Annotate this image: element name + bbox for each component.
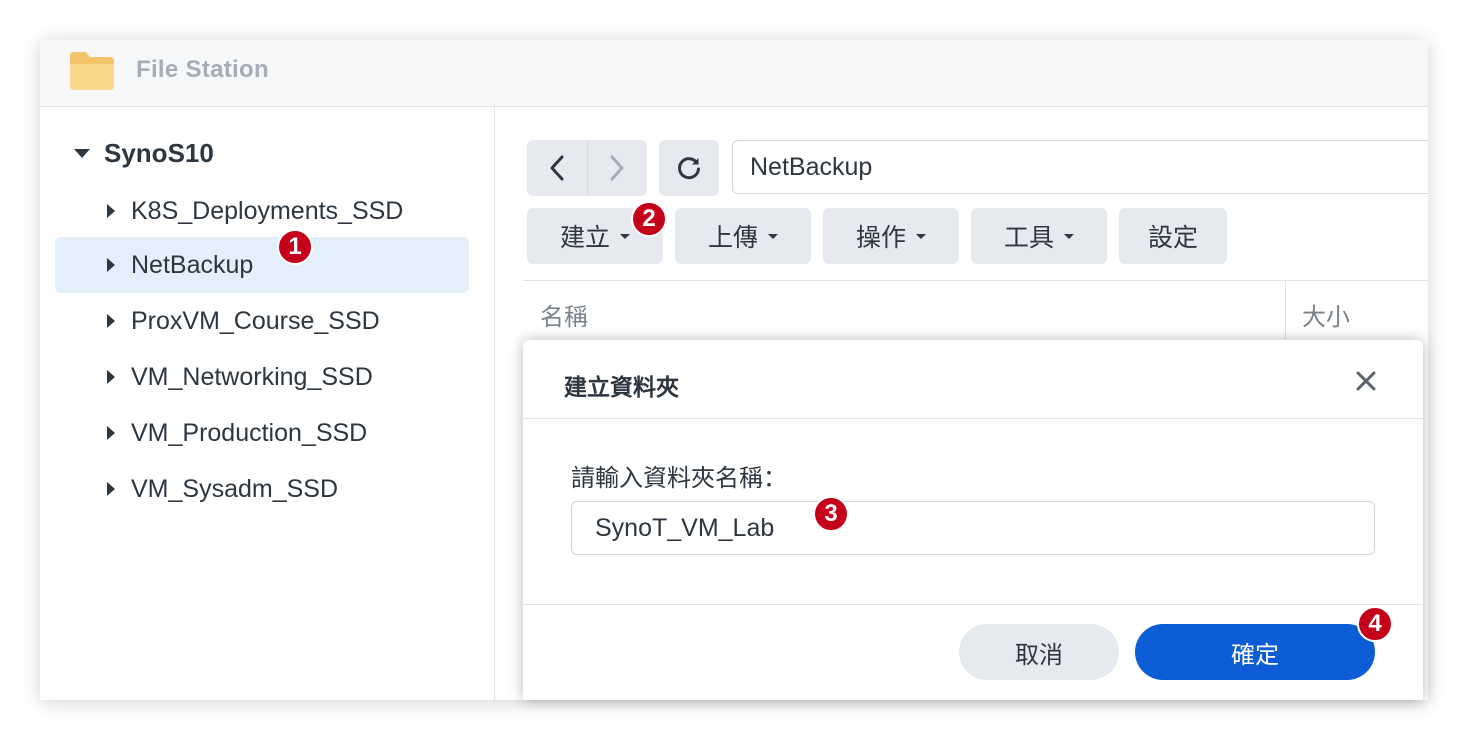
caret-right-icon[interactable] bbox=[107, 258, 115, 272]
title-bar: File Station bbox=[40, 40, 1428, 107]
cancel-button[interactable]: 取消 bbox=[959, 624, 1119, 680]
create-folder-dialog: 建立資料夾 請輸入資料夾名稱： SynoT_VM_Lab 取消 確定 bbox=[523, 340, 1423, 700]
history-nav bbox=[527, 140, 647, 196]
column-divider[interactable] bbox=[1285, 281, 1286, 341]
create-label: 建立 bbox=[559, 224, 610, 252]
sidebar-item-k8s-deployments-ssd[interactable]: K8S_Deployments_SSD bbox=[55, 183, 469, 239]
action-button[interactable]: 操作 bbox=[823, 208, 959, 264]
caret-right-icon[interactable] bbox=[107, 482, 115, 496]
upload-label: 上傳 bbox=[707, 224, 758, 252]
tools-label: 工具 bbox=[1003, 224, 1054, 252]
chevron-left-icon bbox=[550, 155, 564, 181]
close-button[interactable] bbox=[1345, 364, 1387, 398]
action-label: 操作 bbox=[855, 224, 906, 252]
sidebar-item-netbackup[interactable]: NetBackup bbox=[55, 237, 469, 293]
sidebar-item-vm-production-ssd[interactable]: VM_Production_SSD bbox=[55, 405, 469, 461]
forward-button[interactable] bbox=[586, 140, 648, 196]
settings-label: 設定 bbox=[1147, 224, 1198, 252]
column-size-header[interactable]: 大小 bbox=[1302, 297, 1350, 332]
sidebar-item-vm-networking-ssd[interactable]: VM_Networking_SSD bbox=[55, 349, 469, 405]
close-icon bbox=[1356, 371, 1376, 391]
tree-root-synos10[interactable]: SynoS10 bbox=[74, 135, 214, 171]
folder-name-input[interactable]: SynoT_VM_Lab bbox=[571, 501, 1375, 555]
sidebar-item-label: K8S_Deployments_SSD bbox=[131, 196, 404, 225]
dialog-title: 建立資料夾 bbox=[564, 374, 679, 400]
tree-root-label: SynoS10 bbox=[104, 137, 214, 168]
upload-button[interactable]: 上傳 bbox=[675, 208, 811, 264]
sidebar-item-label: ProxVM_Course_SSD bbox=[131, 306, 380, 335]
tools-button[interactable]: 工具 bbox=[971, 208, 1107, 264]
ok-button[interactable]: 確定 bbox=[1135, 624, 1375, 680]
sidebar-item-label: VM_Networking_SSD bbox=[131, 362, 373, 391]
back-button[interactable] bbox=[527, 140, 587, 196]
step-badge-1: 1 bbox=[277, 229, 313, 265]
dropdown-arrow-icon bbox=[916, 233, 926, 239]
folder-name-label: 請輸入資料夾名稱： bbox=[571, 465, 787, 492]
dropdown-arrow-icon bbox=[620, 233, 630, 239]
sidebar-item-label: NetBackup bbox=[131, 250, 254, 279]
file-list-header: 名稱 大小 bbox=[523, 280, 1428, 341]
refresh-button[interactable] bbox=[659, 140, 719, 196]
dialog-divider bbox=[523, 418, 1423, 419]
caret-right-icon[interactable] bbox=[107, 370, 115, 384]
path-field[interactable]: NetBackup bbox=[732, 140, 1428, 194]
step-badge-3: 3 bbox=[813, 496, 849, 532]
dropdown-arrow-icon bbox=[768, 233, 778, 239]
refresh-icon bbox=[678, 157, 700, 180]
step-badge-4: 4 bbox=[1357, 606, 1393, 642]
sidebar-tree: SynoS10 K8S_Deployments_SSD NetBackup Pr… bbox=[40, 107, 495, 700]
settings-button[interactable]: 設定 bbox=[1119, 208, 1227, 264]
caret-right-icon[interactable] bbox=[107, 204, 115, 218]
step-badge-2: 2 bbox=[631, 201, 667, 237]
dialog-divider bbox=[523, 604, 1423, 605]
window-title: File Station bbox=[136, 56, 269, 83]
chevron-right-icon bbox=[610, 155, 624, 181]
caret-right-icon[interactable] bbox=[107, 314, 115, 328]
sidebar-item-vm-sysadm-ssd[interactable]: VM_Sysadm_SSD bbox=[55, 461, 469, 517]
sidebar-item-proxvm-course-ssd[interactable]: ProxVM_Course_SSD bbox=[55, 293, 469, 349]
caret-down-icon[interactable] bbox=[74, 148, 90, 158]
dropdown-arrow-icon bbox=[1064, 233, 1074, 239]
sidebar-item-label: VM_Sysadm_SSD bbox=[131, 474, 339, 503]
folder-icon bbox=[70, 52, 114, 90]
caret-right-icon[interactable] bbox=[107, 426, 115, 440]
sidebar-item-label: VM_Production_SSD bbox=[131, 418, 368, 447]
column-name-header[interactable]: 名稱 bbox=[540, 297, 588, 332]
